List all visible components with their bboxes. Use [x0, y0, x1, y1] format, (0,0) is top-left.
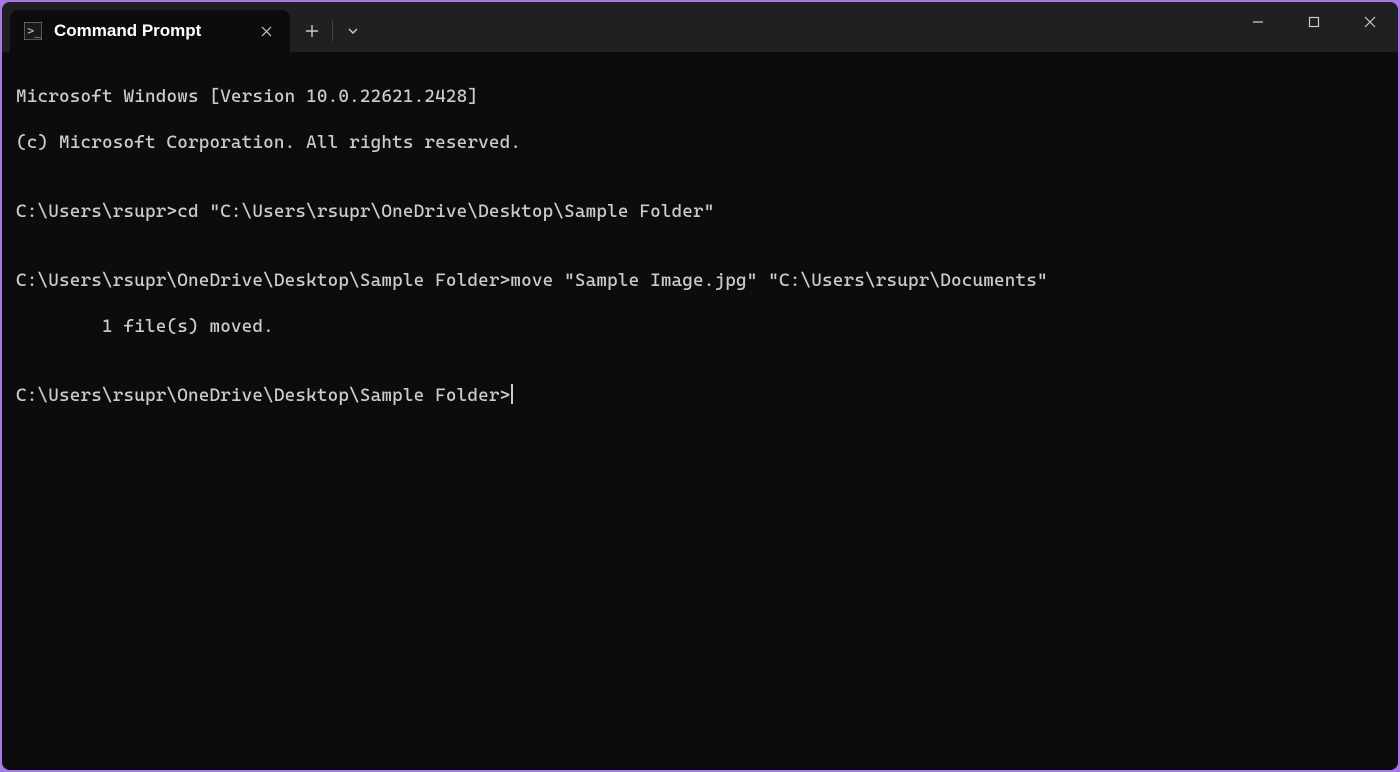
- output-line: (c) Microsoft Corporation. All rights re…: [16, 131, 1384, 154]
- output-line: Microsoft Windows [Version 10.0.22621.24…: [16, 85, 1384, 108]
- titlebar: >_ Command Prompt: [2, 2, 1398, 52]
- new-tab-button[interactable]: [294, 13, 330, 49]
- command-prompt-icon: >_: [24, 22, 42, 40]
- tab-title: Command Prompt: [54, 21, 242, 41]
- close-tab-button[interactable]: [254, 19, 278, 43]
- output-line: 1 file(s) moved.: [16, 315, 1384, 338]
- prompt-text: C:\Users\rsupr>: [16, 201, 177, 222]
- command-text: cd "C:\Users\rsupr\OneDrive\Desktop\Samp…: [177, 201, 714, 222]
- tab-command-prompt[interactable]: >_ Command Prompt: [10, 10, 290, 52]
- command-line: C:\Users\rsupr\OneDrive\Desktop\Sample F…: [16, 269, 1384, 292]
- minimize-button[interactable]: [1230, 2, 1286, 42]
- close-window-button[interactable]: [1342, 2, 1398, 42]
- terminal-window: >_ Command Prompt: [2, 2, 1398, 770]
- cursor-icon: [511, 384, 513, 404]
- prompt-text: C:\Users\rsupr\OneDrive\Desktop\Sample F…: [16, 384, 510, 407]
- maximize-button[interactable]: [1286, 2, 1342, 42]
- svg-text:>_: >_: [27, 24, 41, 37]
- command-text: move "Sample Image.jpg" "C:\Users\rsupr\…: [510, 270, 1047, 291]
- tab-dropdown-button[interactable]: [335, 13, 371, 49]
- window-controls: [1230, 2, 1398, 42]
- tab-actions: [290, 10, 371, 52]
- prompt-text: C:\Users\rsupr\OneDrive\Desktop\Sample F…: [16, 270, 510, 291]
- terminal-output[interactable]: Microsoft Windows [Version 10.0.22621.24…: [2, 52, 1398, 770]
- current-prompt-line: C:\Users\rsupr\OneDrive\Desktop\Sample F…: [16, 384, 1384, 407]
- command-line: C:\Users\rsupr>cd "C:\Users\rsupr\OneDri…: [16, 200, 1384, 223]
- divider: [332, 21, 333, 41]
